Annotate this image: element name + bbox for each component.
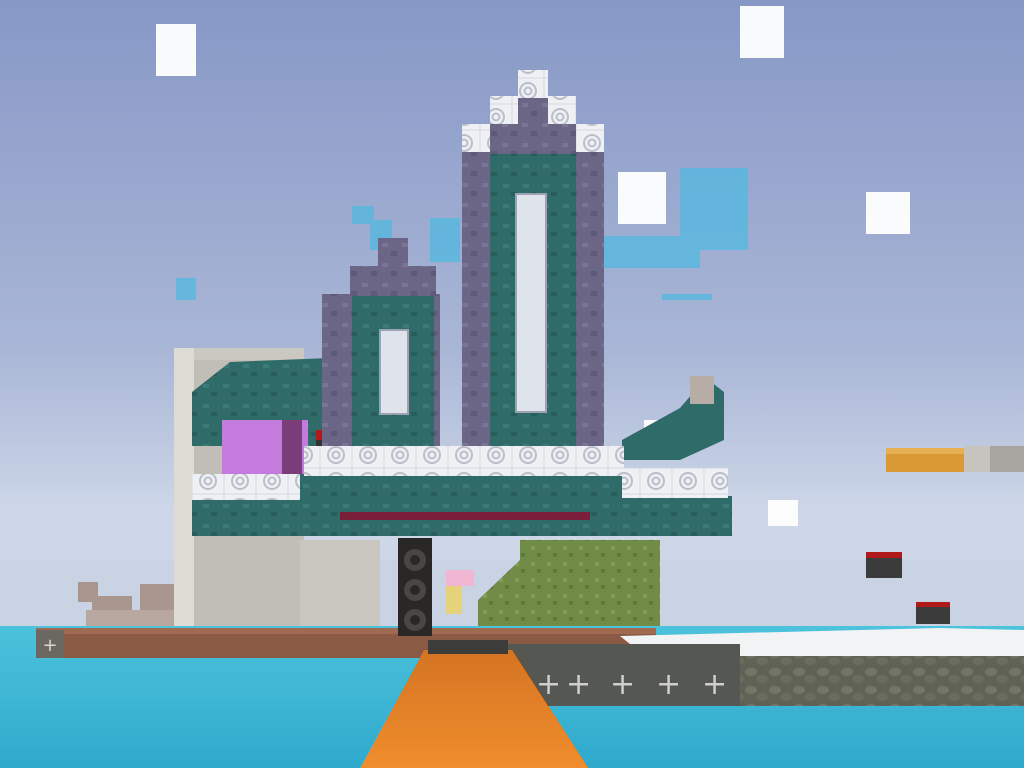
pillar xyxy=(398,538,432,636)
cobblestone-ledge xyxy=(740,656,1024,706)
svg-text:+: + xyxy=(610,667,635,702)
floating-island-right xyxy=(886,446,1024,472)
svg-text:+: + xyxy=(656,667,681,702)
svg-text:+: + xyxy=(566,667,591,702)
svg-text:+: + xyxy=(42,635,57,656)
svg-text:+: + xyxy=(702,667,727,702)
game-viewport[interactable]: + + + + + + xyxy=(0,0,1024,768)
world-render: + + + + + + xyxy=(0,0,1024,768)
